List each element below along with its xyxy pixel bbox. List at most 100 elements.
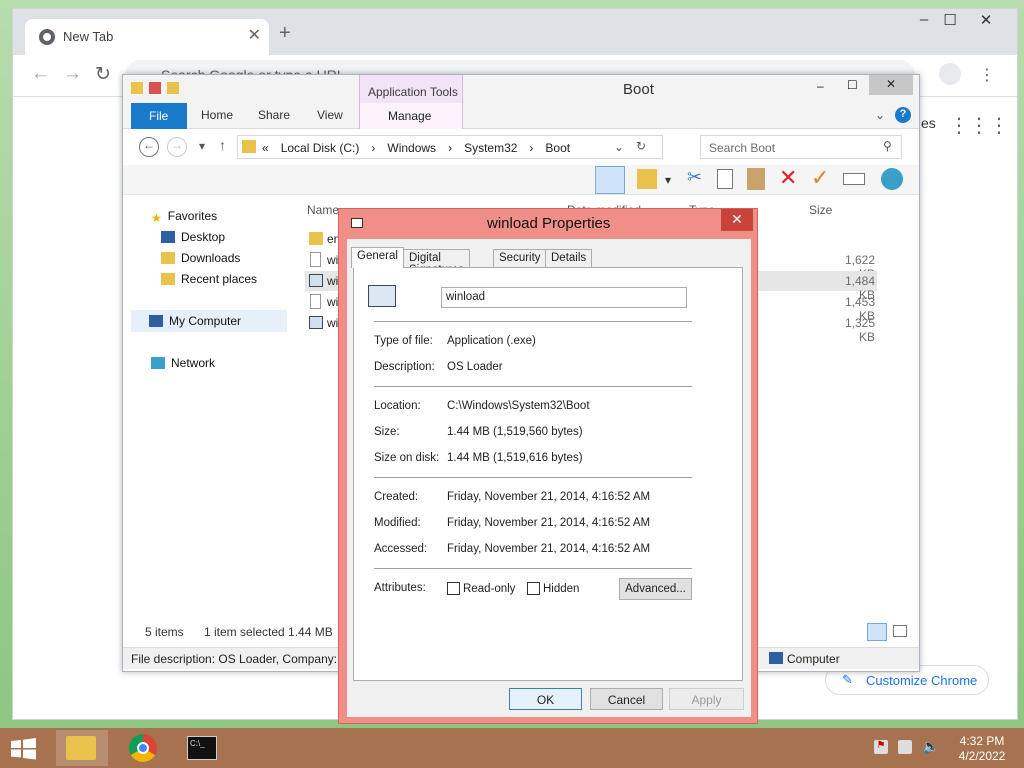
- options-dropdown-icon[interactable]: ▾: [665, 173, 671, 187]
- address-bar[interactable]: « Local Disk (C:) › Windows › System32 › Boot ⌄…: [237, 135, 663, 159]
- taskbar-chrome[interactable]: [118, 730, 170, 766]
- breadcrumb-overflow[interactable]: «: [262, 141, 269, 155]
- file-name: wi: [327, 253, 339, 267]
- created-label: Created:: [374, 491, 419, 503]
- folder-options-icon[interactable]: [637, 169, 657, 189]
- nav-network[interactable]: Network: [151, 356, 215, 370]
- ribbon-tab-home[interactable]: Home: [201, 108, 233, 122]
- application-large-icon: [368, 285, 396, 307]
- file-name: wi: [327, 274, 339, 288]
- tab-digital-signatures[interactable]: Digital Signatures: [403, 249, 470, 276]
- location-label: Location:: [374, 400, 421, 412]
- profile-avatar[interactable]: [939, 63, 961, 85]
- close-tab-icon[interactable]: ✕: [248, 25, 261, 45]
- quick-access-toolbar[interactable]: [131, 82, 189, 96]
- explorer-forward-icon[interactable]: →: [167, 137, 187, 157]
- tab-title: New Tab: [63, 29, 114, 44]
- chrome-tab-newtab[interactable]: New Tab ✕: [25, 19, 269, 55]
- column-header-name[interactable]: Name: [307, 203, 339, 217]
- nav-favorites[interactable]: ★ Favorites: [151, 209, 217, 225]
- properties-box-icon[interactable]: [843, 173, 865, 185]
- tab-details[interactable]: Details: [545, 249, 593, 267]
- ribbon-tab-share[interactable]: Share: [258, 108, 290, 122]
- help-icon[interactable]: ?: [895, 107, 911, 123]
- refresh-icon[interactable]: ↻: [636, 139, 646, 153]
- globe-icon[interactable]: [881, 168, 903, 190]
- ribbon-expand-icon[interactable]: ⌄: [875, 108, 885, 122]
- nav-my-computer[interactable]: My Computer: [131, 310, 287, 332]
- advanced-button[interactable]: Advanced...: [619, 578, 692, 600]
- volume-muted-icon[interactable]: 🔈: [922, 738, 939, 755]
- menu-kebab-icon[interactable]: ⋮: [979, 65, 995, 85]
- cancel-button[interactable]: Cancel: [590, 688, 663, 710]
- rename-check-icon[interactable]: ✓: [811, 165, 829, 191]
- network-status-icon[interactable]: [898, 740, 912, 754]
- breadcrumb-system32[interactable]: System32: [464, 141, 517, 155]
- breadcrumb-local-disk[interactable]: Local Disk (C:): [281, 141, 360, 155]
- ok-button[interactable]: OK: [509, 688, 582, 710]
- command-prompt-icon: C:\_: [187, 736, 217, 760]
- reload-icon[interactable]: ↻: [95, 63, 111, 86]
- hidden-checkbox[interactable]: Hidden: [527, 582, 579, 595]
- tab-security[interactable]: Security: [493, 249, 547, 267]
- tab-general[interactable]: General: [351, 247, 404, 268]
- maximize-icon[interactable]: ☐: [935, 11, 965, 29]
- ribbon-tab-view[interactable]: View: [317, 108, 343, 122]
- nav-recent-places[interactable]: Recent places: [161, 272, 257, 286]
- system-clock[interactable]: 4:32 PM 4/2/2022: [952, 734, 1012, 764]
- delete-icon[interactable]: ✕: [779, 165, 797, 191]
- ribbon-tab-manage[interactable]: Manage: [359, 103, 463, 129]
- explorer-title: Boot: [623, 81, 654, 98]
- ribbon-tab-file[interactable]: File: [131, 103, 187, 129]
- size-label: Size:: [374, 426, 400, 438]
- back-icon[interactable]: ←: [31, 63, 50, 85]
- details-view-icon[interactable]: [867, 623, 887, 641]
- recent-locations-icon[interactable]: ▾: [199, 139, 205, 153]
- chrome-tab-strip: New Tab ✕ + – ☐ ✕: [13, 9, 1017, 55]
- explorer-back-icon[interactable]: ←: [139, 137, 159, 157]
- status-item-count: 5 items: [145, 625, 184, 639]
- chrome-taskbar-icon: [129, 734, 157, 762]
- explorer-title-bar: Application Tools Boot – ☐ ✕: [123, 75, 919, 103]
- breadcrumb-boot[interactable]: Boot: [545, 141, 570, 155]
- filename-field[interactable]: winload: [441, 287, 687, 308]
- search-icon[interactable]: ⚲: [883, 139, 892, 153]
- chrome-partial-text: es: [921, 115, 936, 131]
- nav-recent-label: Recent places: [181, 272, 258, 286]
- desktop-icon: [161, 231, 175, 243]
- created-value: Friday, November 21, 2014, 4:16:52 AM: [447, 491, 651, 503]
- cut-icon[interactable]: ✂: [687, 167, 702, 188]
- start-button[interactable]: [0, 730, 48, 766]
- pencil-icon: ✎: [842, 672, 853, 687]
- close-window-icon[interactable]: ✕: [971, 11, 1001, 29]
- explorer-maximize-icon[interactable]: ☐: [847, 78, 858, 92]
- application-icon: [309, 316, 323, 329]
- properties-close-icon[interactable]: ✕: [721, 209, 753, 231]
- new-tab-icon[interactable]: +: [279, 22, 291, 45]
- paste-icon[interactable]: [747, 168, 765, 190]
- nav-downloads[interactable]: Downloads: [161, 251, 240, 265]
- large-icons-view-icon[interactable]: [893, 625, 907, 637]
- copy-icon[interactable]: [717, 169, 733, 189]
- up-icon[interactable]: ↑: [219, 137, 226, 153]
- apps-grid-icon[interactable]: ⋮⋮⋮: [949, 113, 1009, 138]
- explorer-close-icon[interactable]: ✕: [869, 75, 913, 95]
- action-center-flag-icon[interactable]: ⚑: [874, 740, 888, 754]
- forward-icon[interactable]: →: [63, 63, 82, 85]
- taskbar-command-prompt[interactable]: C:\_: [178, 730, 230, 766]
- search-input[interactable]: Search Boot: [700, 135, 902, 159]
- attributes-label: Attributes:: [374, 582, 426, 594]
- taskbar-file-explorer[interactable]: [56, 730, 108, 766]
- apply-button[interactable]: Apply: [669, 688, 744, 710]
- application-icon: [309, 274, 323, 287]
- location-value: C:\Windows\System32\Boot: [447, 400, 590, 412]
- preview-pane-icon[interactable]: [595, 166, 625, 194]
- properties-icon: [149, 82, 161, 94]
- file-name: wi: [327, 295, 339, 309]
- breadcrumb-windows[interactable]: Windows: [387, 141, 436, 155]
- nav-desktop[interactable]: Desktop: [161, 230, 225, 244]
- explorer-minimize-icon[interactable]: –: [817, 79, 824, 93]
- column-header-size[interactable]: Size: [809, 203, 832, 217]
- readonly-checkbox[interactable]: Read-only: [447, 582, 515, 595]
- address-dropdown-icon[interactable]: ⌄: [614, 140, 624, 154]
